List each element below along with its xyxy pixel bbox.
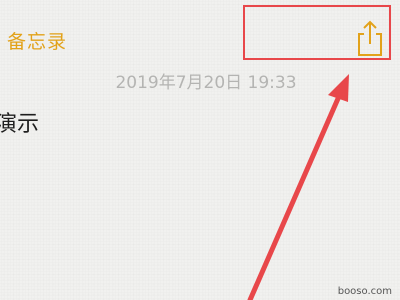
back-button-notes[interactable]: 备忘录 xyxy=(7,27,67,54)
navigation-bar: 备忘录 xyxy=(0,0,400,72)
site-watermark: booso.com xyxy=(337,286,392,297)
share-icon xyxy=(358,20,382,56)
note-timestamp: 2019年7月20日 19:33 xyxy=(115,73,297,93)
note-body-text[interactable]: 演示 xyxy=(0,106,95,138)
share-button[interactable] xyxy=(353,18,387,58)
